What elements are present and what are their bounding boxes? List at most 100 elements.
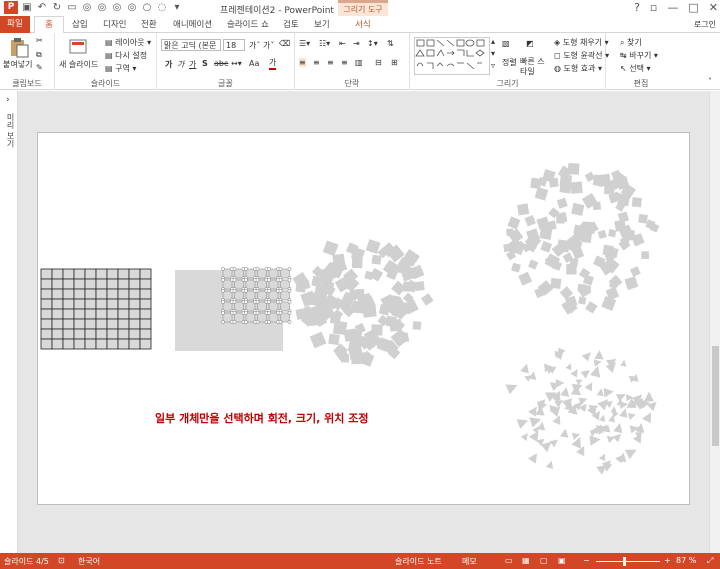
paste-button[interactable]: 붙여넣기	[3, 59, 32, 70]
slideshow-view-icon[interactable]: ▣	[558, 556, 566, 565]
send-backward-icon[interactable]: ◎	[126, 2, 138, 14]
tab-design[interactable]: 디자인	[103, 18, 126, 30]
char-spacing-icon[interactable]: ↔▾	[231, 59, 242, 68]
format-painter-icon[interactable]: ✎	[36, 63, 43, 72]
tab-format[interactable]: 서식	[355, 18, 371, 30]
font-name-select[interactable]: 맑은 고딕 (본문	[161, 39, 221, 51]
numbering-icon[interactable]: ☷▾	[319, 39, 330, 48]
shape-icon[interactable]: ◌	[156, 2, 168, 14]
shape-effects-button[interactable]: ◍ 도형 효과 ▾	[554, 63, 602, 74]
shapes-scroll-down-icon[interactable]: ▾	[491, 49, 495, 58]
normal-view-icon[interactable]: ▭	[505, 556, 513, 565]
smartart-icon[interactable]: ⊞	[391, 58, 398, 67]
reset-button[interactable]: ▤ 다시 설정	[105, 50, 147, 61]
group-icon[interactable]: ◎	[81, 2, 93, 14]
arrange-icon[interactable]: ▧	[502, 39, 510, 48]
underline-button[interactable]: 가	[189, 59, 196, 70]
text-direction-icon[interactable]: ⇅	[387, 39, 394, 48]
increase-indent-icon[interactable]: ⇥	[353, 39, 360, 48]
shape-outline-button[interactable]: ◻ 도형 윤곽선 ▾	[554, 50, 609, 61]
strikethrough-button[interactable]: abc	[214, 59, 228, 68]
line-spacing-icon[interactable]: ↕▾	[367, 39, 378, 48]
grow-font-icon[interactable]: 가ˆ	[249, 40, 260, 51]
customize-qat-icon[interactable]: ▾	[171, 2, 183, 14]
save-icon[interactable]: ▣	[21, 2, 33, 14]
bullets-icon[interactable]: ☰▾	[299, 39, 310, 48]
slide-sorter-icon[interactable]: ▦	[522, 556, 530, 565]
zoom-slider-thumb[interactable]	[623, 557, 626, 566]
minimize-icon[interactable]: —	[667, 1, 678, 14]
ribbon-display-icon[interactable]: ▫	[650, 1, 657, 14]
zoom-level[interactable]: 87 %	[676, 556, 696, 565]
paste-icon[interactable]	[8, 37, 30, 59]
login-link[interactable]: 로그인	[694, 19, 716, 30]
copy-icon[interactable]: ⧉	[36, 50, 42, 60]
expand-thumbnails-icon[interactable]: ›	[6, 95, 10, 105]
help-icon[interactable]: ?	[634, 1, 640, 14]
clear-format-icon[interactable]: ⌫	[279, 39, 290, 48]
spellcheck-icon[interactable]: ⊡	[58, 556, 65, 565]
collapse-ribbon-icon[interactable]: ˄	[708, 77, 712, 86]
font-size-select[interactable]: 18	[223, 39, 245, 51]
zoom-slider[interactable]	[596, 561, 660, 562]
shapes-gallery[interactable]	[414, 37, 490, 75]
new-slide-button[interactable]: 새 슬라이드	[59, 59, 98, 70]
tab-animations[interactable]: 애니메이션	[173, 18, 212, 30]
decrease-indent-icon[interactable]: ⇤	[339, 39, 346, 48]
shapes-more-icon[interactable]: ▿	[491, 61, 495, 70]
ungroup-icon[interactable]: ◎	[96, 2, 108, 14]
tab-insert[interactable]: 삽입	[72, 18, 88, 30]
start-slideshow-icon[interactable]: ▭	[66, 2, 78, 14]
shadow-button[interactable]: S	[202, 59, 208, 68]
align-text-icon[interactable]: ⊟	[375, 58, 382, 67]
arrange-button[interactable]: 정렬	[502, 57, 517, 68]
fit-to-window-icon[interactable]: ⤢	[707, 556, 713, 566]
replace-button[interactable]: ↹ 바꾸기 ▾	[620, 50, 658, 61]
slide-canvas[interactable]: 일부 개체만을 선택하며 회전, 크기, 위치 조정	[37, 132, 690, 505]
tab-transitions[interactable]: 전환	[141, 18, 157, 30]
comments-button[interactable]: 메모	[462, 556, 477, 567]
reading-view-icon[interactable]: ▢	[540, 556, 548, 565]
layout-button[interactable]: ▤ 레이아웃 ▾	[105, 37, 151, 48]
align-center-icon[interactable]: ≡	[313, 58, 320, 67]
tab-view[interactable]: 보기	[314, 18, 330, 30]
align-left-icon[interactable]: ≡	[299, 58, 306, 67]
shape-fill-button[interactable]: ◈ 도형 채우기 ▾	[554, 37, 609, 48]
undo-icon[interactable]: ↶	[36, 2, 48, 14]
scattered-squares-cluster-small[interactable]	[503, 162, 660, 315]
select-button[interactable]: ↖ 선택 ▾	[620, 63, 651, 74]
scrollbar-thumb[interactable]	[712, 346, 719, 446]
quick-styles-icon[interactable]: ◩	[526, 39, 534, 48]
close-icon[interactable]: ✕	[709, 1, 718, 14]
grid-table-shape[interactable]	[40, 268, 152, 350]
tab-slideshow[interactable]: 슬라이드 쇼	[227, 18, 269, 30]
align-right-icon[interactable]: ≡	[327, 58, 334, 67]
justify-icon[interactable]: ≡	[341, 58, 348, 67]
bring-forward-icon[interactable]: ◎	[111, 2, 123, 14]
font-color-icon[interactable]: 가	[269, 57, 277, 70]
new-slide-icon[interactable]	[67, 36, 89, 58]
italic-button[interactable]: 가	[177, 59, 184, 70]
maximize-icon[interactable]: □	[688, 1, 698, 14]
tab-home[interactable]: 홈	[34, 16, 64, 34]
language-indicator[interactable]: 한국어	[78, 556, 100, 567]
slide-caption[interactable]: 일부 개체만을 선택하며 회전, 크기, 위치 조정	[155, 411, 369, 425]
notes-button[interactable]: 슬라이드 노트	[395, 556, 442, 567]
section-button[interactable]: ▤ 구역 ▾	[105, 63, 136, 74]
quick-styles-button[interactable]: 빠른 스타일	[520, 57, 550, 77]
vertical-scrollbar[interactable]	[709, 91, 720, 553]
zoom-out-icon[interactable]: −	[583, 556, 590, 565]
tab-review[interactable]: 검토	[283, 18, 299, 30]
find-button[interactable]: ⌕ 찾기	[620, 37, 642, 48]
scattered-squares-cluster[interactable]	[292, 239, 434, 367]
change-case-button[interactable]: Aa	[249, 59, 259, 68]
cut-icon[interactable]: ✂	[36, 36, 43, 45]
thumbnail-pane-collapsed[interactable]: › 미리 보기	[0, 91, 18, 553]
tab-file[interactable]: 파일	[0, 16, 30, 33]
scattered-triangles-cluster[interactable]	[505, 347, 660, 475]
shapes-scroll-up-icon[interactable]: ▴	[491, 37, 495, 46]
shrink-font-icon[interactable]: 가ˇ	[263, 40, 274, 51]
bold-button[interactable]: 가	[165, 59, 172, 70]
redo-icon[interactable]: ↻	[51, 2, 63, 14]
columns-icon[interactable]: ▥	[355, 58, 363, 67]
